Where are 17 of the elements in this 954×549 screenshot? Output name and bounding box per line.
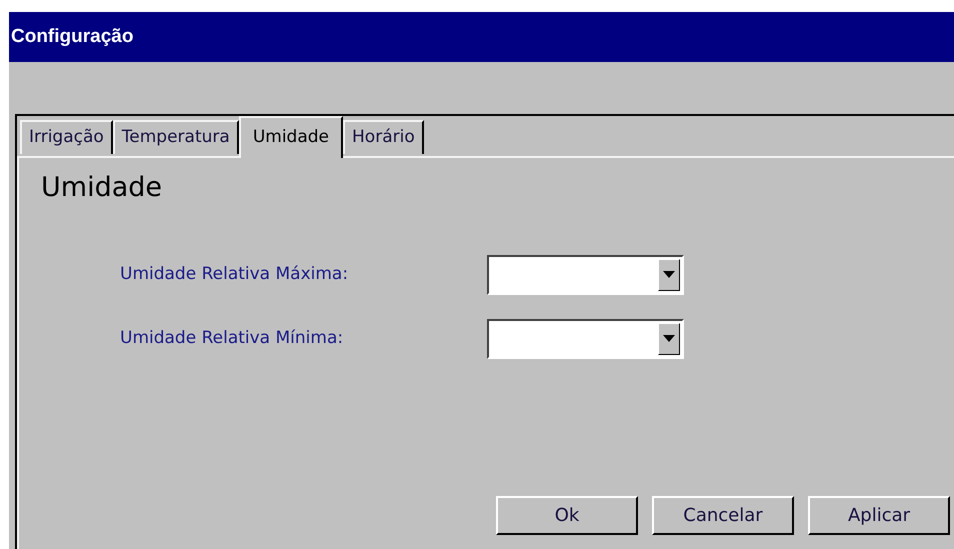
dropdown-button[interactable] <box>658 258 680 290</box>
dialog-button[interactable]: Aplicar <box>808 496 950 535</box>
tab[interactable]: Horário <box>343 120 424 154</box>
tab[interactable]: Irrigação <box>20 120 113 154</box>
dialog-button[interactable]: Ok <box>496 496 638 535</box>
dropdown[interactable] <box>487 254 684 294</box>
window-title: Configuração <box>11 24 134 49</box>
tab[interactable]: Temperatura <box>112 120 239 154</box>
caret-icon <box>663 271 675 278</box>
tab[interactable]: Umidade <box>238 116 344 158</box>
caret-icon <box>663 335 675 342</box>
dropdown[interactable] <box>487 318 684 358</box>
dialog-button[interactable]: Cancelar <box>652 496 794 535</box>
dropdown-button[interactable] <box>658 322 680 354</box>
field-label: Umidade Relativa Mínima: <box>120 326 344 350</box>
section-title: Umidade <box>41 172 162 203</box>
field-label: Umidade Relativa Máxima: <box>120 262 350 286</box>
